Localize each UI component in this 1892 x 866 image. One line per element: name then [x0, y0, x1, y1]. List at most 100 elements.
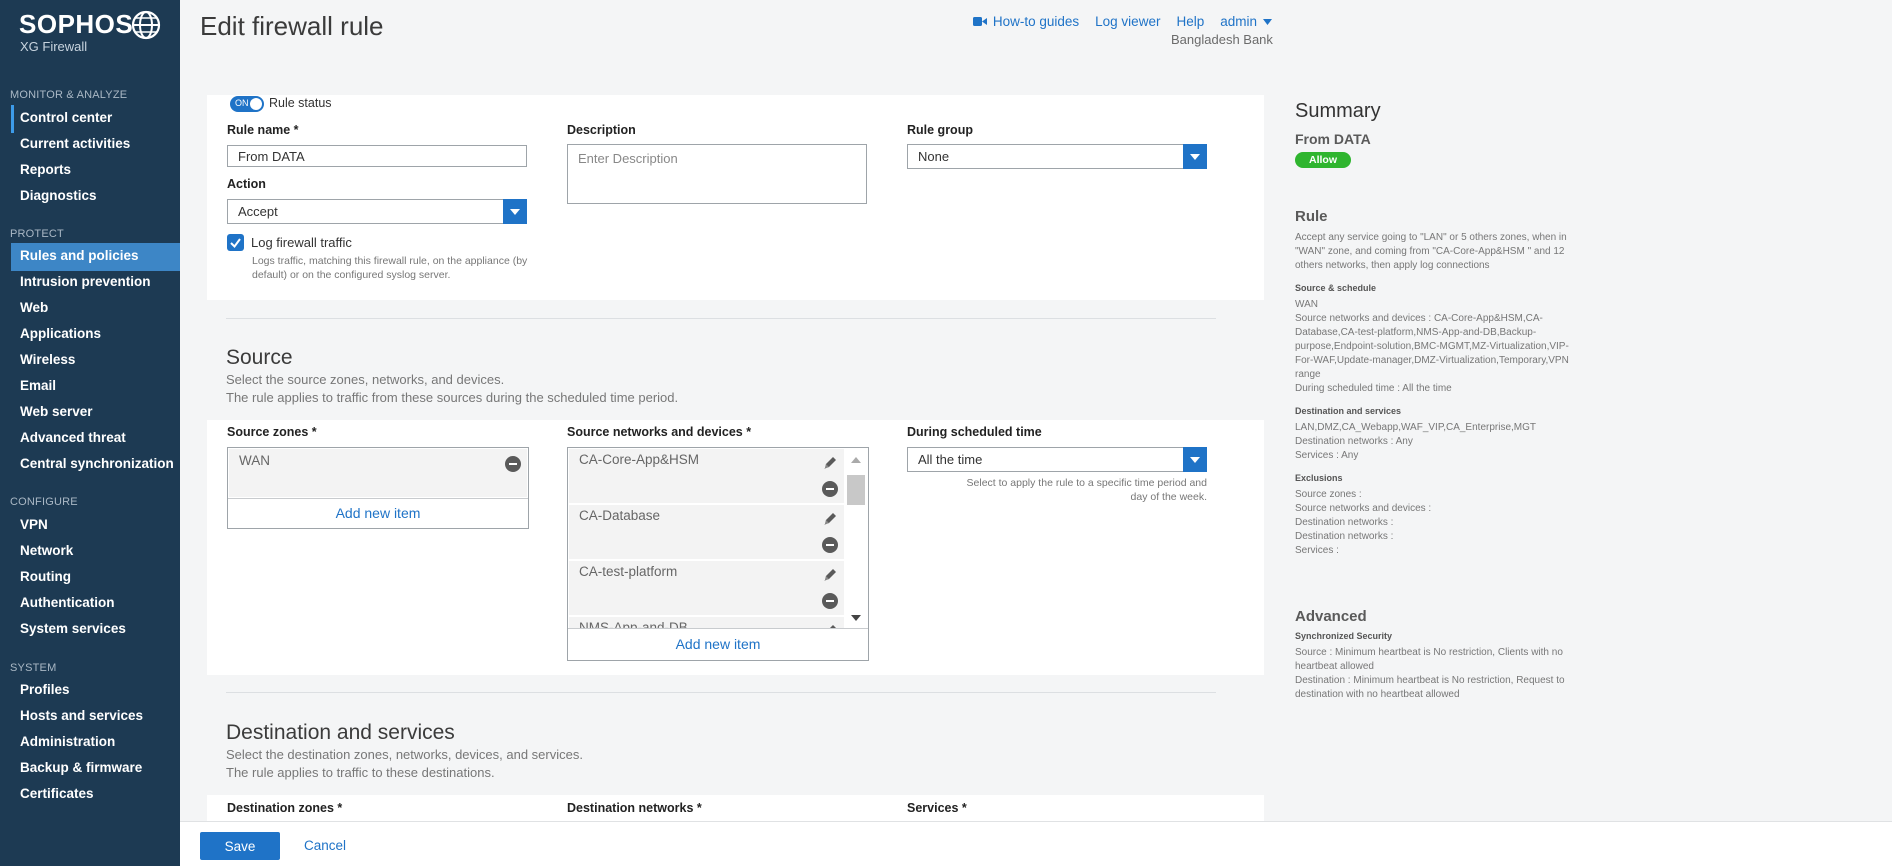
nav-system-services[interactable]: System services [11, 616, 180, 644]
nav-wireless[interactable]: Wireless [11, 347, 180, 375]
summary-rule-heading: Rule [1295, 208, 1328, 225]
action-select[interactable]: Accept [227, 199, 527, 224]
action-label: Action [227, 177, 266, 191]
schedule-help: Select to apply the rule to a specific t… [966, 477, 1207, 503]
nav-section-protect: PROTECT [10, 228, 64, 240]
rule-group-label: Rule group [907, 123, 973, 137]
caret-down-icon [510, 208, 520, 215]
caret-down-icon [1263, 18, 1272, 25]
nav-applications[interactable]: Applications [11, 321, 180, 349]
sophos-logo[interactable]: SOPHOS XG Firewall [19, 9, 169, 57]
section-divider [226, 318, 1216, 319]
nav-administration[interactable]: Administration [11, 729, 180, 757]
nav-rules-and-policies[interactable]: Rules and policies [11, 243, 180, 271]
schedule-select[interactable]: All the time [907, 447, 1207, 472]
rule-group-select[interactable]: None [907, 144, 1207, 169]
rule-name-input[interactable]: From DATA [227, 145, 527, 167]
source-zone-name: WAN [239, 453, 270, 468]
nav-routing[interactable]: Routing [11, 564, 180, 592]
log-traffic-checkbox[interactable] [227, 234, 244, 251]
page-title: Edit firewall rule [200, 11, 384, 41]
pencil-icon[interactable] [822, 567, 838, 583]
nav-backup-firmware[interactable]: Backup & firmware [11, 755, 180, 783]
summary-exclusion-line: Source networks and devices : [1295, 503, 1432, 514]
section-divider [226, 692, 1216, 693]
network-name: CA-test-platform [579, 564, 678, 579]
add-new-source-network[interactable]: Add new item [568, 628, 868, 660]
nav-reports[interactable]: Reports [11, 157, 180, 185]
summary-exclusions-heading: Exclusions [1295, 473, 1343, 483]
nav-authentication[interactable]: Authentication [11, 590, 180, 618]
nav-certificates[interactable]: Certificates [11, 781, 180, 809]
nav-email[interactable]: Email [11, 373, 180, 401]
user-menu[interactable]: admin [1220, 14, 1272, 29]
remove-icon[interactable] [822, 593, 838, 609]
globe-icon [131, 10, 161, 40]
summary-source-heading: Source & schedule [1295, 283, 1377, 293]
schedule-value: All the time [918, 452, 983, 467]
schedule-label: During scheduled time [907, 425, 1042, 439]
summary-rule-name: From DATA [1295, 131, 1371, 147]
nav-network[interactable]: Network [11, 538, 180, 566]
remove-icon[interactable] [822, 481, 838, 497]
scroll-up-icon[interactable] [851, 457, 861, 463]
brand-name: SOPHOS [19, 9, 134, 39]
source-desc-2: The rule applies to traffic from these s… [226, 390, 679, 405]
services-label: Services * [907, 801, 967, 815]
nav-vpn[interactable]: VPN [11, 512, 180, 540]
nav-hosts-and-services[interactable]: Hosts and services [11, 703, 180, 731]
scroll-down-icon[interactable] [851, 615, 861, 621]
how-to-guides-label: How-to guides [992, 14, 1080, 29]
summary-exclusion-line: Destination networks : [1295, 531, 1394, 542]
summary-source-zone: WAN [1295, 299, 1318, 310]
allow-badge: Allow [1295, 152, 1351, 168]
network-name: CA-Database [579, 508, 661, 523]
nav-diagnostics[interactable]: Diagnostics [11, 183, 180, 211]
nav-profiles[interactable]: Profiles [11, 677, 180, 705]
nav-web[interactable]: Web [11, 295, 180, 323]
schedule-dropdown-arrow[interactable] [1183, 447, 1207, 472]
caret-down-icon [1190, 153, 1200, 160]
user-name: admin [1220, 14, 1257, 29]
networks-scroll-area: CA-Core-App&HSM CA-Database CA-test-plat… [569, 449, 844, 629]
pencil-icon[interactable] [822, 511, 838, 527]
nav-central-synchronization[interactable]: Central synchronization [11, 451, 180, 479]
rule-group-dropdown-arrow[interactable] [1183, 144, 1207, 169]
source-networks-list: CA-Core-App&HSM CA-Database CA-test-plat… [567, 447, 869, 661]
summary-destination-heading: Destination and services [1295, 406, 1402, 416]
remove-icon[interactable] [822, 537, 838, 553]
summary-exclusion-line: Destination networks : [1295, 517, 1394, 528]
scrollbar[interactable] [845, 449, 867, 629]
description-input[interactable]: Enter Description [567, 144, 867, 204]
log-viewer-link[interactable]: Log viewer [1095, 14, 1160, 29]
summary-destination-services: Services : Any [1295, 450, 1359, 461]
destination-desc-1: Select the destination zones, networks, … [226, 747, 583, 762]
rule-panel: ON Rule status Rule name * From DATA Des… [207, 95, 1264, 300]
action-dropdown-arrow[interactable] [503, 199, 527, 224]
rule-status-toggle[interactable]: ON [230, 96, 264, 112]
nav-web-server[interactable]: Web server [11, 399, 180, 427]
checkmark-icon [230, 238, 241, 249]
nav-advanced-threat[interactable]: Advanced threat [11, 425, 180, 453]
how-to-guides-link[interactable]: How-to guides [972, 14, 1080, 29]
pencil-icon[interactable] [822, 455, 838, 471]
summary-exclusion-line: Source zones : [1295, 489, 1362, 500]
summary-sync-destination: Destination : Minimum heartbeat is No re… [1295, 675, 1565, 700]
summary-sync-source: Source : Minimum heartbeat is No restric… [1295, 647, 1563, 672]
save-button[interactable]: Save [200, 832, 280, 860]
cancel-button[interactable]: Cancel [304, 838, 346, 853]
caret-down-icon [1190, 456, 1200, 463]
nav-current-activities[interactable]: Current activities [11, 131, 180, 159]
help-link[interactable]: Help [1176, 14, 1204, 29]
toggle-knob [250, 98, 262, 110]
nav-control-center[interactable]: Control center [11, 105, 180, 133]
summary-source-networks: Source networks and devices : CA-Core-Ap… [1295, 313, 1569, 380]
summary-advanced-heading: Advanced [1295, 608, 1367, 625]
nav-intrusion-prevention[interactable]: Intrusion prevention [11, 269, 180, 297]
remove-icon[interactable] [505, 456, 521, 472]
nav-section-monitor: MONITOR & ANALYZE [10, 89, 128, 101]
summary-panel: Summary From DATA Allow Rule Accept any … [1295, 100, 1575, 702]
scrollbar-thumb[interactable] [847, 475, 865, 505]
nav-section-system: SYSTEM [10, 662, 57, 674]
add-new-source-zone[interactable]: Add new item [228, 498, 528, 528]
